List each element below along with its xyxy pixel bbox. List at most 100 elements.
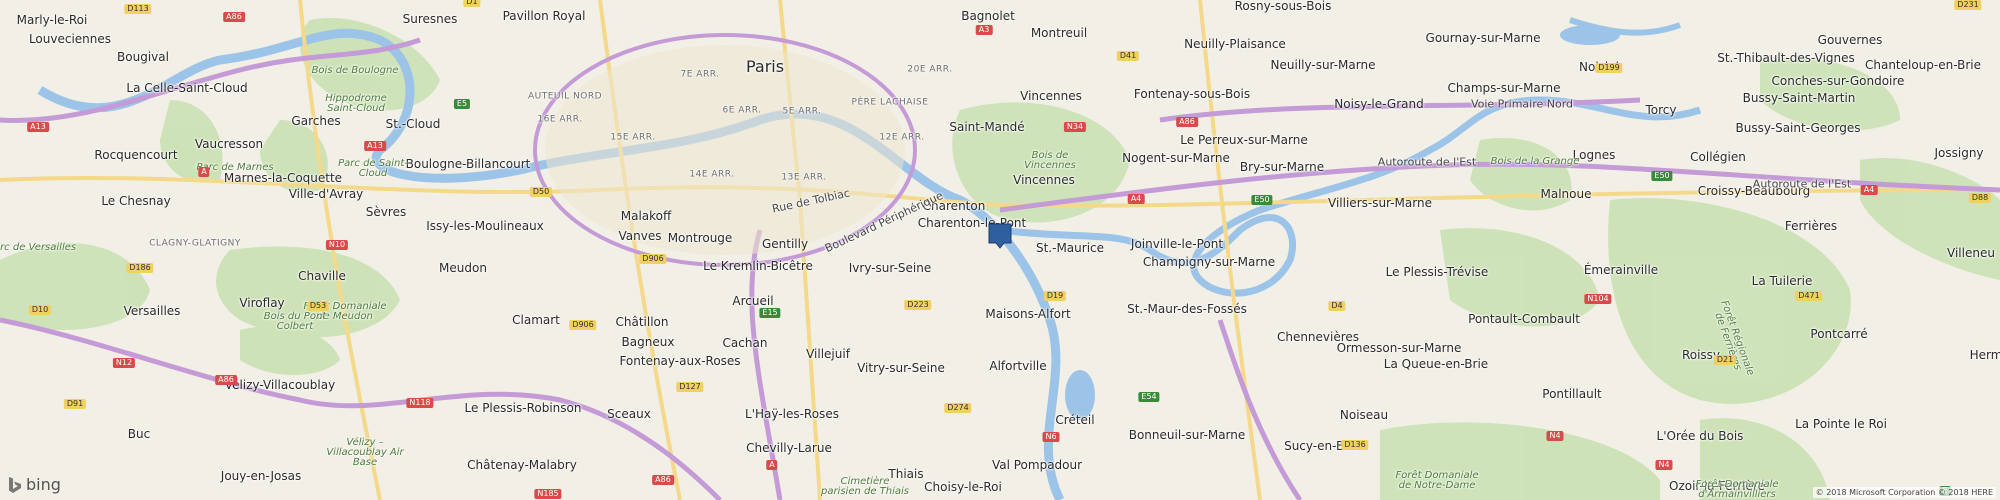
map-label[interactable]: Montrouge xyxy=(668,232,733,244)
map-label[interactable]: Bois de la Grange xyxy=(1490,157,1580,167)
map-label[interactable]: Autoroute de l'Est xyxy=(1753,179,1851,190)
map-label[interactable]: Vaucresson xyxy=(195,138,263,150)
map-label[interactable]: Voie Primaire Nord xyxy=(1471,99,1573,110)
map-label[interactable]: Malakoff xyxy=(621,210,672,222)
map-label[interactable]: Gentilly xyxy=(762,238,808,250)
map-label[interactable]: Rosny-sous-Bois xyxy=(1235,0,1332,12)
map-label[interactable]: Gouvernes xyxy=(1818,34,1883,46)
map-label[interactable]: Neuilly-Plaisance xyxy=(1184,38,1286,50)
map-label[interactable]: Noisy-le-Grand xyxy=(1334,98,1423,110)
map-label[interactable]: Cimetière parisien de Thiais xyxy=(820,477,910,497)
map-label[interactable]: Pontault-Combault xyxy=(1468,313,1580,325)
map-label[interactable]: Villeneu xyxy=(1947,247,1995,259)
map-label[interactable]: Forêt Domaniale d'Armainvilliers xyxy=(1692,480,1782,500)
map-label[interactable]: Bussy-Saint-Martin xyxy=(1743,92,1856,104)
map-label[interactable]: Vanves xyxy=(619,230,662,242)
map-label[interactable]: Le Chesnay xyxy=(101,195,170,207)
map-label[interactable]: Suresnes xyxy=(403,13,458,25)
map-label[interactable]: Bois de Vincennes xyxy=(1005,151,1095,171)
map-label[interactable]: Pontcarré xyxy=(1810,328,1867,340)
map-label[interactable]: Arcueil xyxy=(732,295,773,307)
map-label[interactable]: Villiers-sur-Marne xyxy=(1328,197,1432,209)
map-label[interactable]: Autoroute de l'Est xyxy=(1378,157,1476,168)
map-label[interactable]: Joinville-le-Pont xyxy=(1131,238,1223,250)
map-label[interactable]: Bagnolet xyxy=(961,10,1015,22)
map-label[interactable]: Vitry-sur-Seine xyxy=(857,362,945,374)
map-label[interactable]: 16E ARR. xyxy=(537,115,582,125)
map-label[interactable]: 20E ARR. xyxy=(907,65,952,75)
map-label[interactable]: Collégien xyxy=(1690,151,1746,163)
map-label[interactable]: Montreuil xyxy=(1031,27,1087,39)
map-label[interactable]: Sèvres xyxy=(366,206,406,218)
map-label[interactable]: La Tuilerie xyxy=(1752,275,1813,287)
map-label[interactable]: St.-Cloud xyxy=(386,118,441,130)
map-label[interactable]: L'Haÿ-les-Roses xyxy=(745,408,839,420)
map-label[interactable]: Paris xyxy=(746,59,784,75)
map-label[interactable]: Vincennes xyxy=(1020,90,1082,102)
map-label[interactable]: Maisons-Alfort xyxy=(985,308,1070,320)
map-label[interactable]: Émerainville xyxy=(1584,264,1658,276)
map-canvas[interactable]: Marly-le-Roi Louveciennes Bougival La Ce… xyxy=(0,0,2000,500)
map-label[interactable]: Le Plessis-Robinson xyxy=(465,402,582,414)
map-label[interactable]: La Queue-en-Brie xyxy=(1384,358,1488,370)
bing-logo[interactable]: bing xyxy=(8,475,61,494)
map-label[interactable]: Hippodrome Saint-Cloud xyxy=(311,94,401,114)
map-label[interactable]: Créteil xyxy=(1055,414,1094,426)
map-label[interactable]: L'Orée du Bois xyxy=(1657,430,1744,442)
map-label[interactable]: Viroflay xyxy=(239,297,284,309)
map-label[interactable]: Pavillon Royal xyxy=(503,10,586,22)
map-label[interactable]: Sceaux xyxy=(607,408,651,420)
map-label[interactable]: Ville-d'Avray xyxy=(289,188,364,200)
map-label[interactable]: Vincennes xyxy=(1013,174,1075,186)
map-label[interactable]: Clamart xyxy=(512,314,560,326)
map-label[interactable]: 6E ARR. xyxy=(723,106,762,116)
map-label[interactable]: Le Plessis-Trévise xyxy=(1386,266,1489,278)
map-label[interactable]: 15E ARR. xyxy=(610,133,655,143)
map-label[interactable]: Versailles xyxy=(124,305,181,317)
map-label[interactable]: Malnoue xyxy=(1541,188,1592,200)
map-label[interactable]: Marly-le-Roi xyxy=(17,14,88,26)
map-label[interactable]: St.-Maur-des-Fossés xyxy=(1127,303,1247,315)
map-label[interactable]: 5E ARR. xyxy=(783,107,822,117)
map-label[interactable]: Herm xyxy=(1970,349,2000,361)
map-label[interactable]: Bry-sur-Marne xyxy=(1240,161,1324,173)
map-label[interactable]: 14E ARR. xyxy=(689,170,734,180)
map-label[interactable]: Alfortville xyxy=(989,360,1046,372)
map-label[interactable]: Vélizy-Villacoublay xyxy=(225,379,335,391)
location-pin-icon[interactable] xyxy=(988,223,1012,249)
map-label[interactable]: Chanteloup-en-Brie xyxy=(1865,59,1981,71)
map-label[interactable]: Forêt Domaniale de Notre-Dame xyxy=(1392,471,1482,491)
map-label[interactable]: Fontenay-sous-Bois xyxy=(1134,88,1250,100)
map-label[interactable]: 7E ARR. xyxy=(681,70,720,80)
map-label[interactable]: La Celle-Saint-Cloud xyxy=(126,82,247,94)
map-label[interactable]: Noiseau xyxy=(1340,409,1388,421)
map-label[interactable]: Gournay-sur-Marne xyxy=(1426,32,1541,44)
map-label[interactable]: Issy-les-Moulineaux xyxy=(426,220,544,232)
map-label[interactable]: CLAGNY-GLATIGNY xyxy=(149,239,241,249)
map-label[interactable]: Val Pompadour xyxy=(992,459,1082,471)
map-label[interactable]: Saint-Mandé xyxy=(949,121,1024,133)
map-label[interactable]: La Pointe le Roi xyxy=(1795,418,1887,430)
map-label[interactable]: Choisy-le-Roi xyxy=(924,481,1002,493)
map-label[interactable]: Bagneux xyxy=(622,336,675,348)
map-label[interactable]: Pontillault xyxy=(1542,388,1601,400)
map-label[interactable]: Champs-sur-Marne xyxy=(1448,82,1561,94)
map-label[interactable]: Le Kremlin-Bicêtre xyxy=(703,260,813,272)
map-label[interactable]: Conches-sur-Gondoire xyxy=(1772,75,1905,87)
map-label[interactable]: St.-Thibault-des-Vignes xyxy=(1717,52,1855,64)
map-label[interactable]: Chevilly-Larue xyxy=(746,442,832,454)
map-label[interactable]: Neuilly-sur-Marne xyxy=(1271,59,1376,71)
map-label[interactable]: Bois de Boulogne xyxy=(310,66,400,76)
map-label[interactable]: Bougival xyxy=(117,51,169,63)
map-label[interactable]: Le Perreux-sur-Marne xyxy=(1180,134,1307,146)
map-label[interactable]: Châtenay-Malabry xyxy=(467,459,577,471)
map-label[interactable]: Villejuif xyxy=(806,348,850,360)
map-label[interactable]: Marnes-la-Coquette xyxy=(224,172,342,184)
map-label[interactable]: Bois du Pont Colbert xyxy=(250,312,340,332)
map-label[interactable]: Rocquencourt xyxy=(94,149,177,161)
map-label[interactable]: Nogent-sur-Marne xyxy=(1122,152,1230,164)
map-label[interactable]: St.-Maurice xyxy=(1036,242,1104,254)
map-label[interactable]: Chaville xyxy=(298,270,346,282)
map-label[interactable]: Ormesson-sur-Marne xyxy=(1337,342,1462,354)
map-label[interactable]: Louveciennes xyxy=(29,33,111,45)
